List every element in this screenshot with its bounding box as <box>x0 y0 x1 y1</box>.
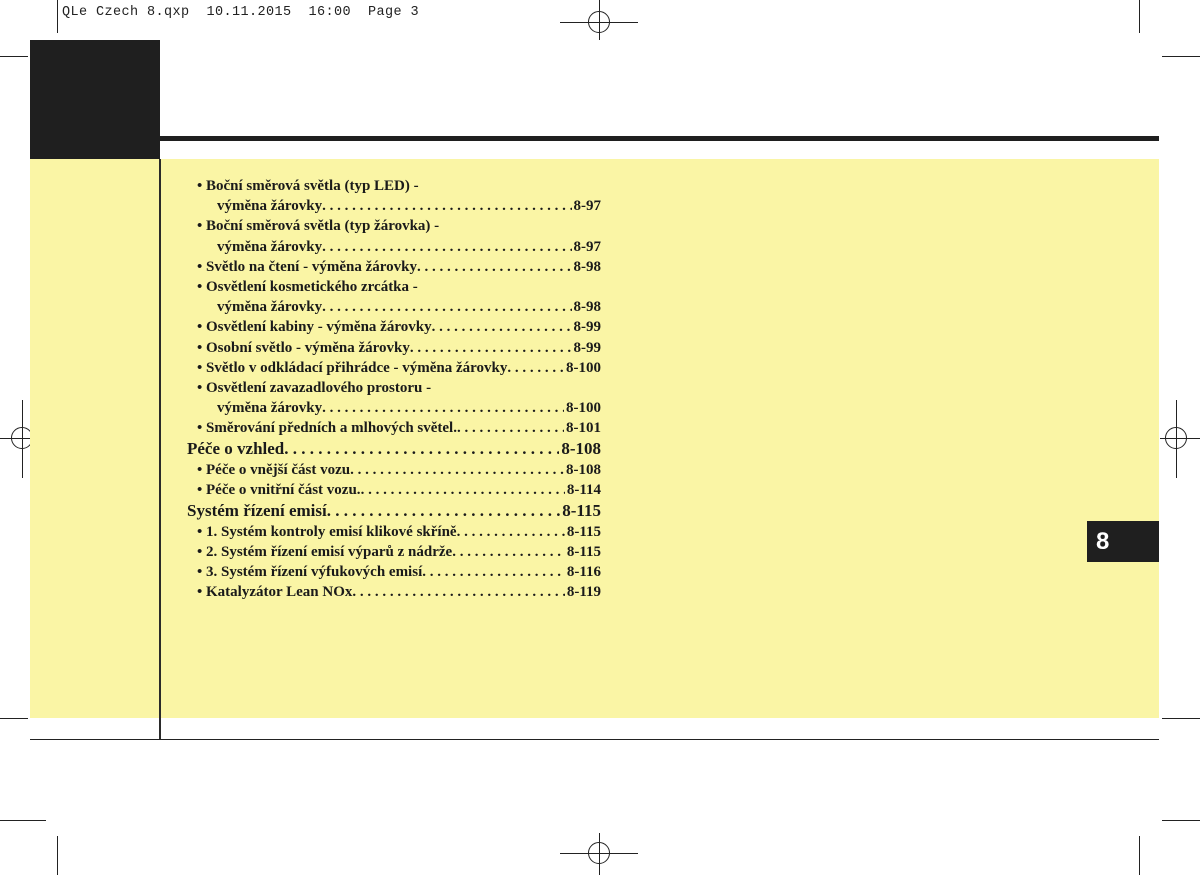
toc-page-number: 8-100 <box>566 359 601 376</box>
toc-entry-title: • Katalyzátor Lean NOx <box>197 584 353 601</box>
toc-entry: • Osobní světlo - výměna žárovky 8-99 <box>187 338 601 358</box>
toc-entry-title: • Boční směrová světla (typ LED) - <box>197 178 419 194</box>
toc-page-number: 8-101 <box>566 420 601 437</box>
toc-entry-title: • Světlo na čtení - výměna žárovky <box>197 258 417 275</box>
toc-page-number: 8-98 <box>573 299 602 316</box>
crop-mark <box>1162 718 1200 719</box>
toc-leader-dots <box>457 522 565 542</box>
toc-leader-dots <box>284 438 559 460</box>
crop-mark <box>0 56 28 57</box>
toc-page-number: 8-114 <box>566 482 601 499</box>
crop-mark <box>1162 56 1200 57</box>
registration-mark <box>1160 438 1200 439</box>
toc-page-number: 8-115 <box>566 523 601 540</box>
toc-entry: • Osvětlení zavazadlového prostoru - <box>187 378 601 398</box>
toc-page-number: 8-99 <box>573 339 602 356</box>
toc-entry-title: výměna žárovky <box>217 299 323 316</box>
toc-page-number: 8-116 <box>566 564 601 581</box>
toc-leader-dots <box>417 257 572 277</box>
toc-leader-dots <box>452 542 565 562</box>
registration-mark <box>599 0 600 40</box>
toc-page-number: 8-98 <box>573 258 602 275</box>
toc-entry: • Světlo na čtení - výměna žárovky 8-98 <box>187 257 601 277</box>
toc-entry-title: • Osobní světlo - výměna žárovky <box>197 339 410 356</box>
toc-entry-title: výměna žárovky <box>217 198 323 215</box>
toc-leader-dots <box>322 398 564 418</box>
toc-page-number: 8-99 <box>573 319 602 336</box>
toc-leader-dots <box>322 196 571 216</box>
toc-leader-dots <box>507 358 564 378</box>
toc-page-number: 8-119 <box>566 584 601 601</box>
toc-entry-title: • Osvětlení zavazadlového prostoru - <box>197 379 432 396</box>
toc-section-entry: Systém řízení emisí 8-115 <box>187 500 601 522</box>
footer-rule <box>30 739 1159 740</box>
crop-mark <box>57 836 58 875</box>
registration-mark <box>22 400 23 478</box>
toc-entry-title: • Osvětlení kabiny - výměna žárovky <box>197 319 432 336</box>
print-slug: QLe Czech 8.qxp 10.11.2015 16:00 Page 3 <box>62 5 420 20</box>
toc-page-number: 8-108 <box>566 461 601 478</box>
registration-mark <box>599 833 600 875</box>
toc-entry: • Boční směrová světla (typ žárovka) - <box>187 216 601 236</box>
toc-entry: • Světlo v odkládací přihrádce - výměna … <box>187 358 601 378</box>
toc-leader-dots <box>432 317 572 337</box>
toc-entry-title: výměna žárovky <box>217 400 323 417</box>
toc-entry-title: výměna žárovky <box>217 238 323 255</box>
toc-entry-title: • Osvětlení kosmetického zrcátka - <box>197 278 418 295</box>
toc-entry: • Boční směrová světla (typ LED) - <box>187 176 601 196</box>
toc-leader-dots <box>322 237 571 257</box>
toc-leader-dots <box>327 500 561 522</box>
toc-entry: výměna žárovky 8-98 <box>187 297 601 317</box>
crop-mark <box>57 0 58 33</box>
toc-page-number: 8-97 <box>573 238 602 255</box>
toc-entry-title: • Směrování předních a mlhových světel. <box>197 420 457 437</box>
toc-entry: výměna žárovky 8-97 <box>187 196 601 216</box>
toc-entry-title: • Péče o vnější část vozu <box>197 461 351 478</box>
table-of-contents: • Boční směrová světla (typ LED) - výměna… <box>187 176 601 603</box>
toc-entry: • Katalyzátor Lean NOx 8-119 <box>187 582 601 602</box>
registration-mark <box>1176 400 1177 478</box>
toc-leader-dots <box>410 338 572 358</box>
toc-leader-dots <box>352 582 564 602</box>
crop-mark <box>0 820 46 821</box>
toc-page-number: 8-115 <box>562 501 601 521</box>
header-rule <box>160 136 1159 141</box>
toc-leader-dots <box>350 460 564 480</box>
toc-leader-dots <box>457 418 564 438</box>
toc-entry: • Osvětlení kosmetického zrcátka - <box>187 277 601 297</box>
toc-entry: • Směrování předních a mlhových světel. 8… <box>187 418 601 438</box>
toc-leader-dots <box>422 562 565 582</box>
toc-entry-title: Systém řízení emisí <box>187 501 327 521</box>
toc-entry: • 2. Systém řízení emisí výparů z nádrže… <box>187 542 601 562</box>
crop-mark <box>0 718 28 719</box>
toc-leader-dots <box>322 297 571 317</box>
toc-page-number: 8-108 <box>561 439 601 459</box>
toc-entry: výměna žárovky 8-97 <box>187 237 601 257</box>
toc-page-number: 8-100 <box>566 400 601 417</box>
chapter-tab: 8 <box>1087 521 1159 562</box>
crop-mark <box>1162 820 1200 821</box>
toc-entry: • Péče o vnitřní část vozu. 8-114 <box>187 480 601 500</box>
crop-mark <box>1139 0 1140 33</box>
toc-entry-title: • Boční směrová světla (typ žárovka) - <box>197 218 440 235</box>
toc-entry-title: • 1. Systém kontroly emisí klikové skřín… <box>197 523 457 540</box>
toc-entry-title: • 3. Systém řízení výfukových emisí <box>197 564 423 581</box>
toc-leader-dots <box>361 480 565 500</box>
toc-entry: • 1. Systém kontroly emisí klikové skřín… <box>187 522 601 542</box>
toc-entry: • 3. Systém řízení výfukových emisí 8-116 <box>187 562 601 582</box>
toc-entry-title: Péče o vzhled <box>187 439 285 459</box>
crop-mark <box>1139 836 1140 875</box>
toc-entry: • Péče o vnější část vozu 8-108 <box>187 460 601 480</box>
toc-section-entry: Péče o vzhled 8-108 <box>187 438 601 460</box>
chapter-header-block <box>30 40 160 159</box>
toc-entry: • Osvětlení kabiny - výměna žárovky 8-99 <box>187 317 601 337</box>
toc-entry-title: • 2. Systém řízení emisí výparů z nádrže <box>197 544 453 560</box>
margin-divider <box>159 159 161 739</box>
toc-page-number: 8-97 <box>573 198 602 215</box>
toc-entry-title: • Světlo v odkládací přihrádce - výměna … <box>197 359 508 376</box>
toc-entry-title: • Péče o vnitřní část vozu. <box>197 482 361 499</box>
toc-page-number: 8-115 <box>566 544 601 560</box>
toc-entry: výměna žárovky 8-100 <box>187 398 601 418</box>
